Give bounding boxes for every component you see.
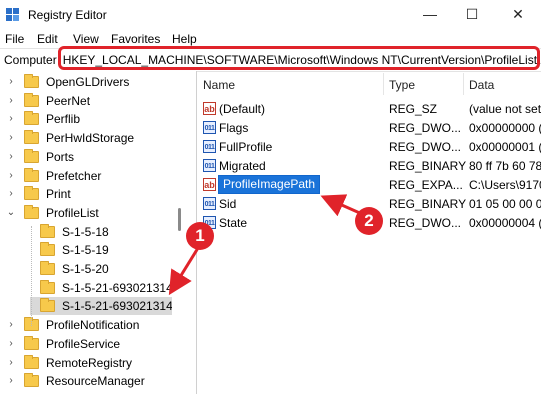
callout-2-badge: 2 (355, 207, 383, 235)
callout-1-badge: 1 (186, 222, 214, 250)
arrow-1 (168, 247, 200, 296)
annotation-overlay (168, 194, 363, 296)
arrow-2 (320, 194, 363, 217)
